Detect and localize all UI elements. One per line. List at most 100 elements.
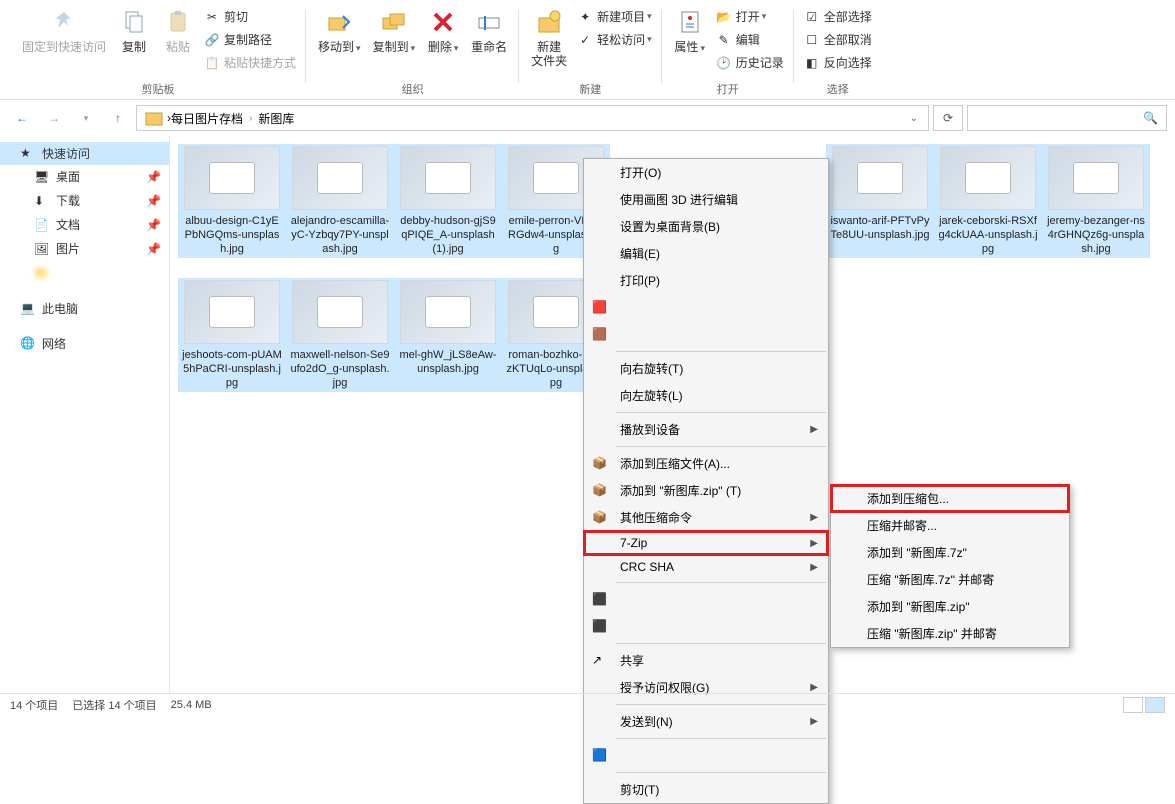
file-item[interactable]: alejandro-escamilla-yC-Yzbqy7PY-unsplash… xyxy=(286,144,394,258)
file-item[interactable]: mel-ghW_jLS8eAw-unsplash.jpg xyxy=(394,278,502,392)
file-item[interactable]: debby-hudson-gjS9qPIQE_A-unsplash(1).jpg xyxy=(394,144,502,258)
open-label: 打开 xyxy=(736,8,760,25)
select-none-label: 全部取消 xyxy=(824,31,872,48)
ctx-7zip-add-archive[interactable]: 添加到压缩包... xyxy=(831,485,1069,512)
ctx-add-archive[interactable]: 📦添加到压缩文件(A)... xyxy=(584,450,828,477)
ctx-set-wallpaper[interactable]: 设置为桌面背景(B) xyxy=(584,213,828,240)
ctx-edit-paint3d[interactable]: 使用画图 3D 进行编辑 xyxy=(584,186,828,213)
chevron-right-icon[interactable]: › xyxy=(249,113,252,124)
easy-access-button[interactable]: ✓轻松访问▾ xyxy=(573,29,656,50)
file-item[interactable]: maxwell-nelson-Se9ufo2dO_g-unsplash.jpg xyxy=(286,278,394,392)
document-icon: 📄 xyxy=(34,218,50,234)
ctx-7zip-add-7z[interactable]: 添加到 "新图库.7z" xyxy=(831,539,1069,566)
share-icon: ↗ xyxy=(592,653,608,669)
view-thumbnails-button[interactable] xyxy=(1145,697,1165,713)
copy-button[interactable]: 复制 xyxy=(112,4,156,56)
shortcut-icon: 📋 xyxy=(204,55,220,71)
nav-recent-dropdown[interactable]: ▾ xyxy=(72,104,100,132)
ctx-7zip-compress-7z-email[interactable]: 压缩 "新图库.7z" 并邮寄 xyxy=(831,566,1069,593)
view-details-button[interactable] xyxy=(1123,697,1143,713)
ctx-blurred-4[interactable]: ⬛ xyxy=(584,613,828,640)
ctx-blurred-5[interactable]: 🟦 xyxy=(584,742,828,769)
copy-path-button[interactable]: 🔗复制路径 xyxy=(200,29,300,50)
open-button[interactable]: 📂打开▾ xyxy=(712,6,788,27)
sidebar-item-quick-access[interactable]: ★快速访问 xyxy=(0,142,169,165)
delete-label: 删除 xyxy=(428,40,452,54)
chevron-down-icon[interactable]: ⌄ xyxy=(910,113,918,124)
ctx-blurred-3[interactable]: ⬛ xyxy=(584,586,828,613)
file-thumbnail xyxy=(184,146,280,210)
ctx-cast[interactable]: 播放到设备▶ xyxy=(584,416,828,443)
ribbon-group-open: 属性▾ 📂打开▾ ✎编辑 🕑历史记录 打开 xyxy=(662,4,794,99)
properties-button[interactable]: 属性▾ xyxy=(668,4,712,57)
ribbon-group-select: ☑全部选择 ☐全部取消 ◧反向选择 选择 xyxy=(794,4,882,99)
refresh-button[interactable]: ⟳ xyxy=(933,105,963,131)
ctx-7zip-add-zip[interactable]: 添加到 "新图库.zip" xyxy=(831,593,1069,620)
sidebar-item-this-pc[interactable]: 💻此电脑 xyxy=(0,297,169,320)
easy-access-icon: ✓ xyxy=(577,32,593,48)
file-item[interactable]: albuu-design-C1yEPbNGQms-unsplash.jpg xyxy=(178,144,286,258)
history-button[interactable]: 🕑历史记录 xyxy=(712,52,788,73)
ctx-rotate-right[interactable]: 向右旋转(T) xyxy=(584,355,828,382)
sidebar-pictures-label: 图片 xyxy=(56,242,80,256)
select-none-button[interactable]: ☐全部取消 xyxy=(800,29,876,50)
sidebar-item-documents[interactable]: 📄文档📌 xyxy=(0,213,169,237)
ctx-add-zip[interactable]: 📦添加到 "新图库.zip" (T) xyxy=(584,477,828,504)
pin-icon: 📌 xyxy=(146,170,161,184)
delete-button[interactable]: 删除▾ xyxy=(421,4,465,57)
cut-button[interactable]: ✂剪切 xyxy=(200,6,300,27)
ctx-cut[interactable]: 剪切(T) xyxy=(584,776,828,803)
ctx-blurred-1[interactable]: 🟥 xyxy=(584,294,828,321)
nav-up-button[interactable]: ↑ xyxy=(104,104,132,132)
file-item[interactable]: jeremy-bezanger-ns4rGHNQz6g-unsplash.jpg xyxy=(1042,144,1150,258)
search-input[interactable]: 🔍 xyxy=(967,105,1167,131)
new-item-button[interactable]: ✦新建项目▾ xyxy=(573,6,656,27)
edit-button[interactable]: ✎编辑 xyxy=(712,29,788,50)
sidebar-item-network[interactable]: 🌐网络 xyxy=(0,332,169,355)
ctx-7zip-compress-email[interactable]: 压缩并邮寄... xyxy=(831,512,1069,539)
download-icon: ⬇ xyxy=(34,194,50,210)
status-selected-count: 已选择 14 个项目 xyxy=(72,697,156,713)
ctx-edit[interactable]: 编辑(E) xyxy=(584,240,828,267)
file-item[interactable]: jarek-ceborski-RSXfg4ckUAA-unsplash.jpg xyxy=(934,144,1042,258)
breadcrumb-seg1[interactable]: 每日图片存档 xyxy=(171,110,243,127)
ctx-rotate-left[interactable]: 向左旋转(L) xyxy=(584,382,828,409)
nav-back-button[interactable]: ← xyxy=(8,104,36,132)
ctx-share[interactable]: ↗共享 xyxy=(584,647,828,674)
file-thumbnail xyxy=(292,280,388,344)
pin-quick-access-button[interactable]: 固定到快速访问 xyxy=(16,4,112,56)
status-item-count: 14 个项目 xyxy=(10,697,58,713)
copy-icon xyxy=(118,6,150,38)
ctx-crc-sha[interactable]: CRC SHA▶ xyxy=(584,555,828,579)
paste-button[interactable]: 粘贴 xyxy=(156,4,200,56)
sidebar-item-desktop[interactable]: 🖥桌面📌 xyxy=(0,165,169,189)
file-item[interactable]: iswanto-arif-PFTvPyTe8UU-unsplash.jpg xyxy=(826,144,934,258)
file-name-label: debby-hudson-gjS9qPIQE_A-unsplash(1).jpg xyxy=(396,214,500,256)
sidebar-item-pictures[interactable]: 🖼图片📌 xyxy=(0,237,169,261)
ctx-7zip-compress-zip-email[interactable]: 压缩 "新图库.zip" 并邮寄 xyxy=(831,620,1069,647)
group-select-label: 选择 xyxy=(827,79,849,99)
ctx-7zip[interactable]: 7-Zip▶ xyxy=(584,531,828,555)
select-all-button[interactable]: ☑全部选择 xyxy=(800,6,876,27)
sidebar-item-downloads[interactable]: ⬇下载📌 xyxy=(0,189,169,213)
ctx-blurred-2[interactable]: 🟫 xyxy=(584,321,828,348)
file-thumbnail xyxy=(940,146,1036,210)
file-thumbnail xyxy=(1048,146,1144,210)
move-to-button[interactable]: 移动到▾ xyxy=(312,4,367,57)
ctx-open[interactable]: 打开(O) xyxy=(584,159,828,186)
properties-label: 属性 xyxy=(674,40,698,54)
history-label: 历史记录 xyxy=(736,54,784,71)
file-item[interactable]: jeshoots-com-pUAM5hPaCRI-unsplash.jpg xyxy=(178,278,286,392)
sidebar-item-blurred[interactable]: 📁 xyxy=(0,261,169,285)
breadcrumb-seg2[interactable]: 新图库 xyxy=(258,110,294,127)
copy-to-button[interactable]: 复制到▾ xyxy=(367,4,422,57)
rename-button[interactable]: 重命名 xyxy=(465,4,513,56)
address-bar[interactable]: › 每日图片存档 › 新图库 ⌄ xyxy=(136,105,929,131)
invert-selection-button[interactable]: ◧反向选择 xyxy=(800,52,876,73)
ctx-other-compress[interactable]: 📦其他压缩命令▶ xyxy=(584,504,828,531)
paste-shortcut-button[interactable]: 📋粘贴快捷方式 xyxy=(200,52,300,73)
app-icon: 🟫 xyxy=(592,327,608,343)
ctx-print[interactable]: 打印(P) xyxy=(584,267,828,294)
nav-forward-button[interactable]: → xyxy=(40,104,68,132)
new-folder-button[interactable]: 新建 文件夹 xyxy=(525,4,573,70)
